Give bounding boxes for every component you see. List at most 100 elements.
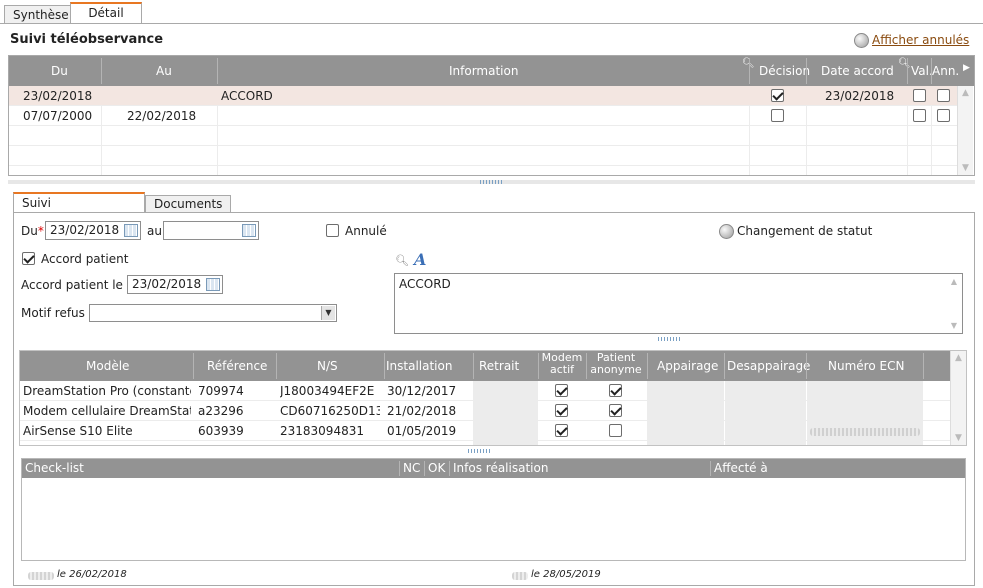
cell-installation: 30/12/2017 [387,384,457,398]
tab-documents[interactable]: Documents [145,195,232,213]
calendar-icon[interactable] [124,224,138,237]
col-ann[interactable]: Ann. [932,64,959,78]
text-format-icon[interactable]: A [414,250,426,269]
table-row[interactable]: AirSense S10 Elite 603939 23183094831 01… [20,421,950,441]
cell-information: ACCORD [221,89,273,103]
cell-ns: 23183094831 [280,424,364,438]
redacted-user [28,572,54,580]
table-row[interactable]: 23/02/2018 ACCORD 23/02/2018 [9,86,957,106]
col-separator [586,353,587,379]
decision-checkbox[interactable] [771,89,784,102]
motif-refus-select[interactable]: ▼ [89,304,337,322]
tab-detail[interactable]: Détail [70,2,142,23]
device-table-body: DreamStation Pro (constante) 709974 J180… [20,381,950,445]
table-row[interactable]: Modem cellulaire DreamStation a23296 CD6… [20,401,950,421]
scroll-up-icon[interactable]: ▲ [962,88,969,98]
resize-grip[interactable] [658,337,680,341]
col-separator [424,461,425,476]
modified-date: le 28/05/2019 [531,569,601,580]
table-row[interactable]: DreamStation Pro (constante) 709974 J180… [20,381,950,401]
decision-checkbox[interactable] [771,109,784,122]
calendar-icon[interactable] [206,278,220,291]
col-installation[interactable]: Installation [386,359,452,373]
calendar-icon[interactable] [242,224,256,237]
col-decision[interactable]: Décision [759,64,810,78]
scroll-right-icon[interactable]: ▶ [963,63,970,73]
col-date-accord[interactable]: Date accord [821,64,894,78]
splitter-grip[interactable] [468,449,490,453]
col-modem-actif[interactable]: Modem actif [538,352,586,376]
val-checkbox[interactable] [913,109,926,122]
tab-synthese[interactable]: Synthèse [4,5,78,24]
search-icon[interactable]: 🔍︎ [898,58,911,69]
col-affecte[interactable]: Affecté à [714,461,768,475]
patient-anonyme-checkbox[interactable] [609,424,622,437]
au-label: au [147,224,162,238]
val-checkbox[interactable] [913,89,926,102]
col-val[interactable]: Val. [911,64,933,78]
ann-checkbox[interactable] [937,109,950,122]
col-checklist[interactable]: Check-list [25,461,84,475]
au-date-field[interactable] [163,221,259,240]
information-text: ACCORD [399,277,451,291]
scroll-up-icon[interactable]: ▲ [955,353,962,363]
col-au[interactable]: Au [156,64,172,78]
col-patient-anonyme[interactable]: Patient anonyme [586,352,646,376]
changement-statut-radio[interactable] [719,224,734,239]
col-separator [931,58,932,84]
col-ns[interactable]: N/S [317,359,338,373]
created-date: le 26/02/2018 [57,569,127,580]
col-separator [276,353,277,379]
information-textarea[interactable]: ACCORD ▲ ▼ [394,273,963,334]
col-du[interactable]: Du [51,64,68,78]
scroll-down-icon[interactable]: ▼ [951,321,957,330]
col-ok[interactable]: OK [428,461,445,475]
du-date-field[interactable]: 23/02/2018 [45,221,141,240]
col-desappairage[interactable]: Desappairage [727,359,810,373]
changement-statut-label[interactable]: Changement de statut [737,224,872,238]
vertical-scrollbar[interactable]: ▲ ▼ [950,351,966,445]
col-separator [923,353,924,379]
history-table: Du Au Information 🔍︎ Décision Date accor… [8,55,975,176]
table-row [9,126,957,146]
col-information[interactable]: Information [449,64,518,78]
vertical-scrollbar[interactable]: ▲ ▼ [957,86,973,175]
scroll-down-icon[interactable]: ▼ [955,433,962,443]
cell-reference: 709974 [198,384,244,398]
redacted-ecn [810,428,920,436]
cell-date-accord: 23/02/2018 [825,89,895,103]
modem-actif-checkbox[interactable] [555,384,568,397]
modem-actif-checkbox[interactable] [555,404,568,417]
col-reference[interactable]: Référence [207,359,267,373]
col-nc[interactable]: NC [403,461,420,475]
motif-refus-label: Motif refus [21,306,85,320]
accord-patient-checkbox[interactable] [22,252,35,265]
patient-anonyme-checkbox[interactable] [609,384,622,397]
scroll-down-icon[interactable]: ▼ [962,163,969,173]
col-numero-ecn[interactable]: Numéro ECN [828,359,904,373]
tab-suivi-teleobservance[interactable]: Suivi téléobservance [13,192,145,229]
col-modele[interactable]: Modèle [86,359,129,373]
scroll-up-icon[interactable]: ▲ [951,277,957,286]
ann-checkbox[interactable] [937,89,950,102]
cell-ns: CD60716250D13 [280,404,380,418]
table-row[interactable]: 07/07/2000 22/02/2018 [9,106,957,126]
chevron-down-icon[interactable]: ▼ [321,306,335,320]
search-icon[interactable]: 🔍︎ [395,254,409,267]
history-table-header: Du Au Information 🔍︎ Décision Date accor… [9,56,974,86]
modem-actif-checkbox[interactable] [555,424,568,437]
tab-divider [0,23,983,24]
col-infos[interactable]: Infos réalisation [453,461,548,475]
col-separator [101,58,102,84]
splitter-grip[interactable] [480,180,502,184]
show-cancelled-link[interactable]: Afficher annulés [872,33,969,47]
du-label: Du* [21,224,44,238]
col-separator [806,58,807,84]
annule-checkbox[interactable] [326,224,339,237]
show-cancelled-radio[interactable] [854,33,869,48]
patient-anonyme-checkbox[interactable] [609,404,622,417]
accord-patient-le-field[interactable]: 23/02/2018 [127,275,223,294]
col-appairage[interactable]: Appairage [657,359,718,373]
table-row [9,146,957,166]
col-retrait[interactable]: Retrait [479,359,519,373]
